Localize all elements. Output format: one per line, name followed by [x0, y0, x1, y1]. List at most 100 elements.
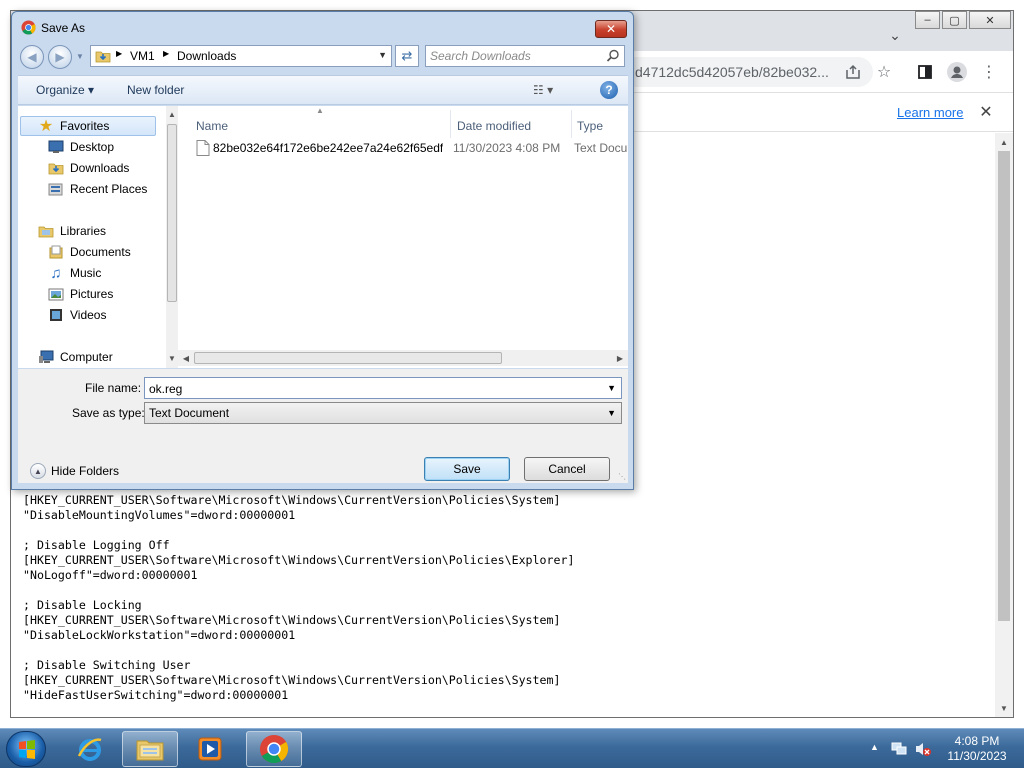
dialog-title: Save As: [41, 21, 86, 35]
dialog-close-button[interactable]: ✕: [595, 20, 627, 38]
search-box[interactable]: [425, 45, 625, 67]
column-header-date-modified[interactable]: Date modified: [457, 119, 531, 133]
maximize-button[interactable]: ▢: [942, 11, 967, 29]
downloads-icon: [48, 160, 64, 176]
nav-scroll-thumb[interactable]: [167, 124, 177, 302]
page-scroll-thumb[interactable]: [998, 151, 1010, 621]
column-divider[interactable]: [571, 110, 572, 138]
learn-more-link[interactable]: Learn more: [897, 105, 963, 120]
bookmark-star-icon[interactable]: ☆: [872, 60, 896, 84]
file-name-input[interactable]: [149, 381, 589, 397]
nav-scroll-down-icon[interactable]: ▼: [166, 352, 178, 364]
search-input[interactable]: [430, 48, 600, 64]
scroll-left-arrow-icon[interactable]: ◀: [180, 352, 192, 364]
nav-scroll-up-icon[interactable]: ▲: [166, 108, 178, 120]
nav-pane-scrollbar[interactable]: ▲ ▼: [166, 106, 178, 368]
breadcrumb-downloads[interactable]: Downloads: [177, 49, 236, 63]
nav-recent-places-label: Recent Places: [70, 182, 148, 196]
nav-libraries[interactable]: Libraries: [38, 221, 186, 241]
back-button[interactable]: ◀: [20, 45, 44, 69]
nav-favorites[interactable]: ★ Favorites: [38, 116, 186, 136]
search-icon[interactable]: [606, 49, 620, 63]
save-button[interactable]: Save: [424, 457, 510, 481]
recent-pages-dropdown-icon[interactable]: ▼: [76, 52, 84, 61]
views-button[interactable]: ☷ ▾: [533, 83, 553, 97]
hide-folders-label: Hide Folders: [51, 464, 120, 478]
save-as-type-select[interactable]: Text Document ▼: [144, 402, 622, 424]
column-divider[interactable]: [450, 110, 451, 138]
organize-button[interactable]: Organize ▾: [36, 83, 94, 97]
file-name-combobox[interactable]: ▼: [144, 377, 622, 399]
pictures-icon: [48, 286, 64, 302]
registry-file-text: [HKEY_CURRENT_USER\Software\Microsoft\Wi…: [23, 493, 574, 703]
address-dropdown-icon[interactable]: ▼: [378, 50, 387, 60]
taskbar-file-explorer[interactable]: [122, 731, 178, 767]
text-document-icon: [196, 140, 210, 156]
registry-text-line: "DisableLockWorkstation"=dword:00000001: [23, 628, 296, 642]
tab-search-dropdown-icon[interactable]: ⌄: [887, 27, 903, 43]
taskbar: ▲ 4:08 PM 11/30/2023: [0, 728, 1024, 768]
taskbar-internet-explorer[interactable]: [62, 731, 118, 767]
star-icon: ★: [38, 118, 54, 135]
registry-text-line: [23, 643, 574, 658]
horizontal-scroll-thumb[interactable]: [194, 352, 502, 364]
nav-libraries-label: Libraries: [60, 224, 107, 238]
file-list-horizontal-scrollbar[interactable]: ◀ ▶: [178, 350, 628, 366]
nav-pictures-label: Pictures: [70, 287, 114, 301]
videos-icon: [48, 307, 64, 323]
registry-text-line: ; Disable Locking: [23, 598, 142, 612]
profile-avatar-icon[interactable]: [945, 60, 969, 84]
show-hidden-icons-icon[interactable]: ▲: [870, 742, 879, 752]
file-name-dropdown-icon[interactable]: ▼: [607, 383, 616, 393]
network-icon[interactable]: [890, 741, 908, 757]
chrome-menu-icon[interactable]: ⋮: [977, 60, 1001, 84]
page-vertical-scrollbar[interactable]: ▲ ▼: [995, 133, 1013, 717]
file-row[interactable]: 82be032e64f172e6be242ee7a24e62f65edf... …: [192, 139, 628, 159]
column-header-name[interactable]: Name: [196, 119, 228, 133]
refresh-icon[interactable]: ⇄: [395, 45, 419, 67]
nav-desktop-label: Desktop: [70, 140, 115, 154]
side-panel-icon[interactable]: [913, 60, 937, 84]
address-bar-url: d4712dc5d42057eb/82be032...: [635, 64, 829, 80]
chrome-icon: [259, 734, 289, 764]
desktop-icon: [48, 139, 64, 155]
taskbar-clock[interactable]: 4:08 PM 11/30/2023: [944, 734, 1010, 764]
taskbar-chrome[interactable]: [246, 731, 302, 767]
share-icon[interactable]: [841, 60, 865, 84]
downloads-folder-icon: [95, 51, 111, 63]
taskbar-media-player[interactable]: [182, 731, 238, 767]
minimize-button[interactable]: ‒: [915, 11, 940, 29]
dialog-titlebar[interactable]: Save As ✕: [12, 12, 633, 42]
file-name: 82be032e64f172e6be242ee7a24e62f65edf...: [213, 141, 443, 155]
window-close-button[interactable]: ✕: [969, 11, 1011, 29]
windows-logo-icon: [19, 740, 35, 759]
scroll-right-arrow-icon[interactable]: ▶: [614, 352, 626, 364]
save-as-type-dropdown-icon[interactable]: ▼: [607, 408, 616, 418]
help-icon[interactable]: ?: [600, 81, 618, 99]
nav-computer[interactable]: Computer: [38, 347, 186, 367]
registry-text-line: [23, 583, 574, 598]
nav-videos-label: Videos: [70, 308, 107, 322]
volume-muted-icon[interactable]: [914, 741, 932, 757]
breadcrumb-arrow-icon[interactable]: ▶: [116, 49, 122, 58]
scroll-down-arrow-icon[interactable]: ▼: [998, 702, 1010, 714]
hide-folders-button[interactable]: ▲ Hide Folders: [30, 463, 119, 479]
sort-ascending-icon: ▲: [316, 106, 324, 115]
recent-places-icon: [48, 181, 64, 197]
infobar-close-icon[interactable]: ✕: [975, 101, 997, 123]
file-explorer-icon: [136, 740, 164, 761]
dialog-address-bar[interactable]: ▶ VM1 ▶ Downloads ▼: [90, 45, 392, 67]
file-type: Text Docu: [574, 141, 628, 155]
save-as-type-label: Save as type:: [72, 406, 145, 420]
scroll-up-arrow-icon[interactable]: ▲: [998, 136, 1010, 148]
column-header-type[interactable]: Type: [577, 119, 603, 133]
new-folder-button[interactable]: New folder: [127, 83, 184, 97]
cancel-button[interactable]: Cancel: [524, 457, 610, 481]
nav-music-label: Music: [70, 266, 102, 280]
save-as-type-value: Text Document: [149, 406, 230, 420]
forward-button[interactable]: ▶: [48, 45, 72, 69]
breadcrumb-vm1[interactable]: VM1: [130, 49, 155, 63]
start-button[interactable]: [6, 731, 46, 767]
breadcrumb-arrow-icon[interactable]: ▶: [163, 49, 169, 58]
resize-grip-icon[interactable]: ⋱: [618, 472, 626, 481]
